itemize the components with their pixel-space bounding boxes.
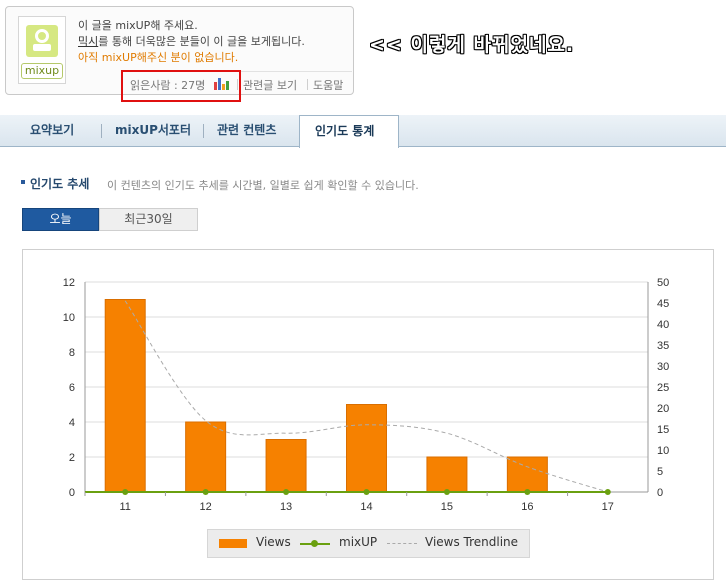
y-left-tick-label: 12 (63, 277, 75, 289)
bar-views (265, 439, 307, 493)
bar-views (426, 456, 468, 493)
y-right-tick-label: 30 (657, 361, 669, 373)
y-left-tick-label: 2 (69, 452, 75, 464)
y-right-tick-label: 15 (657, 424, 669, 436)
y-right-tick-label: 0 (657, 487, 663, 499)
y-left-tick-label: 6 (69, 382, 75, 394)
point-mixup (524, 489, 531, 495)
legend-mixup-label: mixUP (339, 535, 378, 549)
y-right-tick-label: 50 (657, 277, 669, 289)
legend-trendline-swatch (387, 543, 417, 544)
legend-mixup-marker (311, 540, 318, 547)
point-mixup (283, 489, 290, 495)
x-tick-label: 11 (120, 501, 131, 513)
legend-views-swatch (219, 539, 247, 548)
x-tick-label: 17 (602, 501, 614, 513)
y-left-tick-label: 0 (69, 487, 75, 499)
y-right-tick-label: 5 (657, 466, 663, 478)
y-left-tick-label: 8 (69, 347, 75, 359)
y-right-tick-label: 45 (657, 298, 669, 310)
popularity-chart: 0 2 4 6 8 10 12 0 5 10 15 20 25 30 35 40 45 50 11 12 13 14 15 1… (63, 277, 670, 513)
point-mixup (443, 489, 450, 495)
legend-trendline-label: Views Trendline (425, 535, 519, 549)
x-tick-label: 13 (280, 501, 292, 513)
bar-views (104, 299, 146, 493)
point-mixup (122, 489, 129, 495)
y-right-tick-label: 25 (657, 382, 669, 394)
x-tick-label: 14 (360, 501, 372, 513)
y-left-tick-label: 10 (63, 312, 75, 324)
y-right-tick-label: 10 (657, 445, 669, 457)
point-mixup (363, 489, 370, 495)
x-tick-label: 16 (521, 501, 533, 513)
y-left-tick-label: 4 (69, 417, 75, 429)
bar-views (346, 404, 387, 493)
point-mixup (202, 489, 209, 495)
y-right-tick-label: 35 (657, 340, 669, 352)
bar-views (185, 421, 227, 493)
legend-views-label: Views (256, 535, 291, 549)
bar-views (506, 456, 548, 493)
point-mixup (604, 489, 611, 495)
x-tick-label: 15 (441, 501, 453, 513)
y-right-tick-label: 20 (657, 403, 669, 415)
x-tick-label: 12 (200, 501, 212, 513)
y-right-tick-label: 40 (657, 319, 669, 331)
